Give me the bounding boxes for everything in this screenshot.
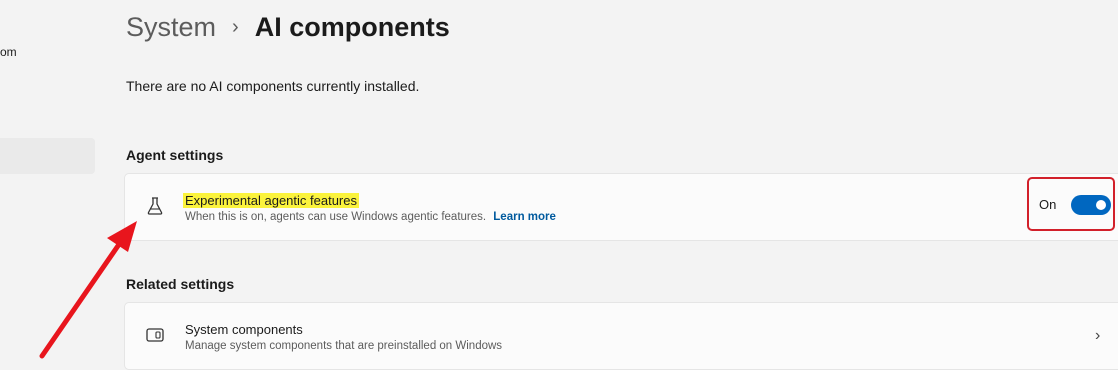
experimental-agentic-description-text: When this is on, agents can use Windows … bbox=[185, 211, 487, 223]
page-title: AI components bbox=[254, 12, 450, 42]
window-icon bbox=[146, 328, 164, 342]
breadcrumb-separator: › bbox=[232, 16, 239, 38]
breadcrumb: System › AI components bbox=[126, 12, 450, 43]
toggle-knob bbox=[1096, 200, 1106, 210]
experimental-agentic-title: Experimental agentic features bbox=[183, 193, 359, 208]
system-components-title: System components bbox=[185, 322, 303, 337]
agent-settings-heading: Agent settings bbox=[126, 147, 224, 163]
no-components-message: There are no AI components currently ins… bbox=[126, 78, 420, 94]
system-components-card[interactable]: System components Manage system componen… bbox=[124, 302, 1118, 370]
breadcrumb-system-link[interactable]: System bbox=[126, 12, 216, 43]
experimental-agentic-toggle[interactable] bbox=[1071, 195, 1111, 215]
toggle-annotation-box: On bbox=[1027, 177, 1115, 231]
sidebar: om bbox=[0, 0, 110, 359]
sidebar-fragment-text: om bbox=[0, 45, 17, 59]
related-settings-heading: Related settings bbox=[126, 276, 235, 292]
sidebar-selected-item[interactable] bbox=[0, 138, 95, 174]
experimental-agentic-card: Experimental agentic features When this … bbox=[124, 173, 1118, 241]
chevron-right-icon: › bbox=[1095, 327, 1101, 344]
system-components-description: Manage system components that are preins… bbox=[185, 340, 503, 352]
toggle-state-label: On bbox=[1039, 197, 1057, 212]
flask-icon bbox=[147, 197, 163, 215]
learn-more-link[interactable]: Learn more bbox=[493, 211, 556, 223]
experimental-agentic-description: When this is on, agents can use Windows … bbox=[185, 211, 556, 223]
